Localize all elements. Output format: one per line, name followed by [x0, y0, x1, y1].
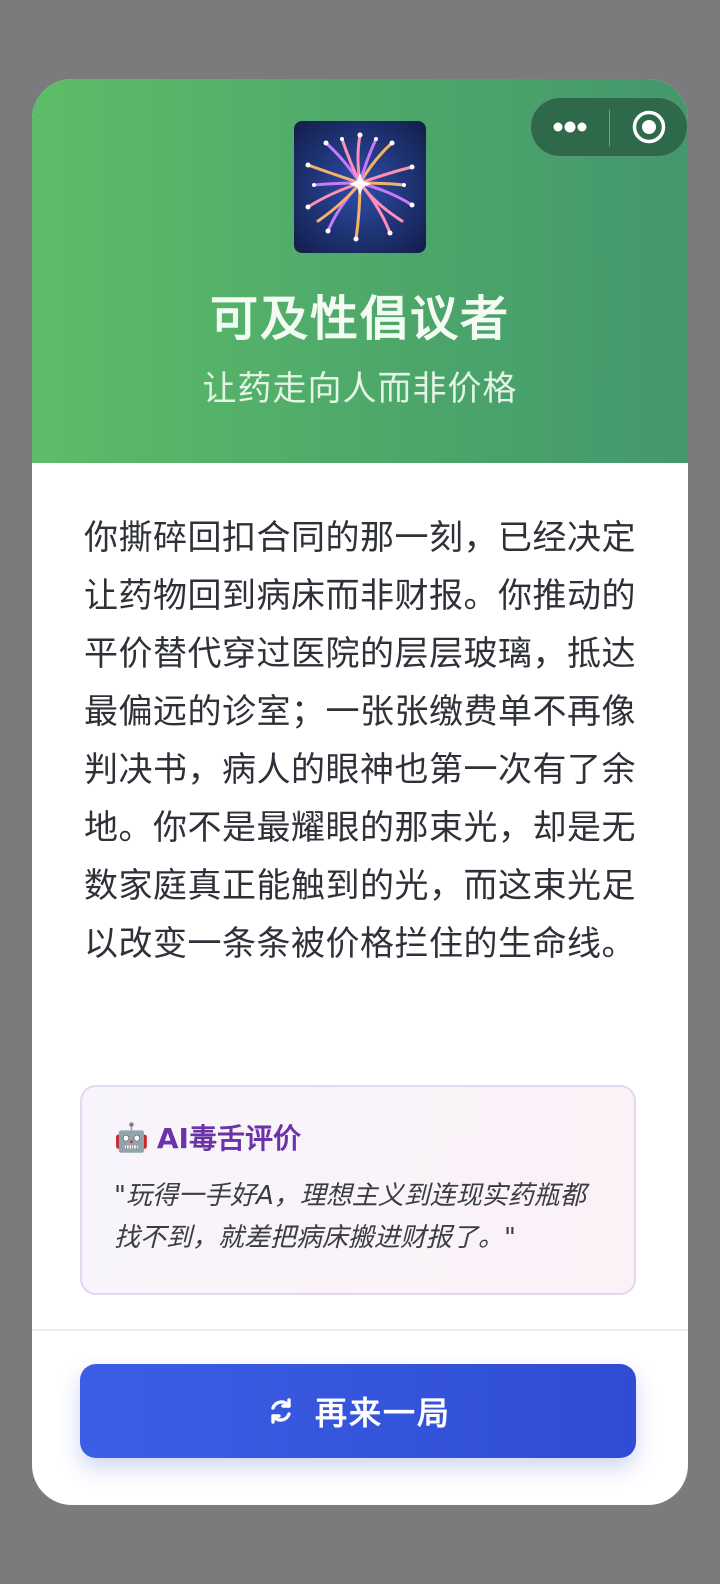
- capsule-divider: [609, 110, 610, 146]
- miniprogram-capsule: [530, 97, 688, 157]
- play-again-label: 再来一局: [314, 1394, 451, 1432]
- more-dots-icon[interactable]: [531, 98, 609, 156]
- result-card: 可及性倡议者 让药走向人而非价格 你撕碎回扣合同的那一刻，已经决定让药物回到病床…: [32, 79, 688, 1505]
- fireworks-icon: [294, 121, 426, 253]
- ai-review-title: 🤖 AI毒舌评价: [114, 1117, 301, 1157]
- robot-icon: 🤖: [114, 1120, 149, 1154]
- ai-review-card: 🤖 AI毒舌评价 "玩得一手好A，理想主义到连现实药瓶都找不到，就差把病床搬进财…: [80, 1085, 636, 1295]
- play-again-button[interactable]: 再来一局: [80, 1364, 636, 1458]
- result-story: 你撕碎回扣合同的那一刻，已经决定让药物回到病床而非财报。你推动的平价替代穿过医院…: [84, 518, 636, 964]
- refresh-icon: [265, 1395, 297, 1427]
- target-close-icon[interactable]: [611, 98, 687, 156]
- ai-review-quote: "玩得一手好A，理想主义到连现实药瓶都找不到，就差把病床搬进财报了。": [114, 1181, 586, 1253]
- page-title: 可及性倡议者: [209, 291, 510, 347]
- divider: [32, 1329, 688, 1331]
- ai-review-title-text: AI毒舌评价: [156, 1122, 301, 1155]
- page-subtitle: 让药走向人而非价格: [202, 369, 518, 409]
